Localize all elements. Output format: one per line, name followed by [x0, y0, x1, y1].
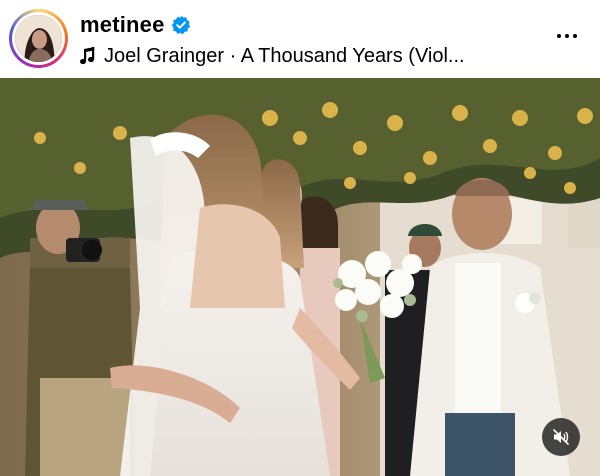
- music-note-icon: [80, 47, 96, 65]
- speaker-muted-icon: [553, 429, 569, 445]
- verified-badge-icon: [171, 15, 191, 35]
- audio-attribution[interactable]: Joel Grainger · A Thousand Years (Viol..…: [80, 43, 550, 69]
- wedding-photo: [0, 78, 600, 476]
- story-ring[interactable]: [9, 9, 68, 68]
- post-header: metinee Joel Grainger · A Thousand Years…: [0, 0, 600, 78]
- avatar-image: [15, 15, 62, 62]
- username-row: metinee: [80, 11, 191, 39]
- username-link[interactable]: metinee: [80, 12, 165, 38]
- more-horizontal-icon: [557, 34, 561, 38]
- audio-track-label: Joel Grainger · A Thousand Years (Viol..…: [104, 44, 465, 67]
- mute-toggle-button[interactable]: [542, 418, 580, 456]
- avatar[interactable]: [15, 15, 62, 62]
- post-photo[interactable]: [0, 78, 600, 476]
- more-options-button[interactable]: [552, 24, 582, 48]
